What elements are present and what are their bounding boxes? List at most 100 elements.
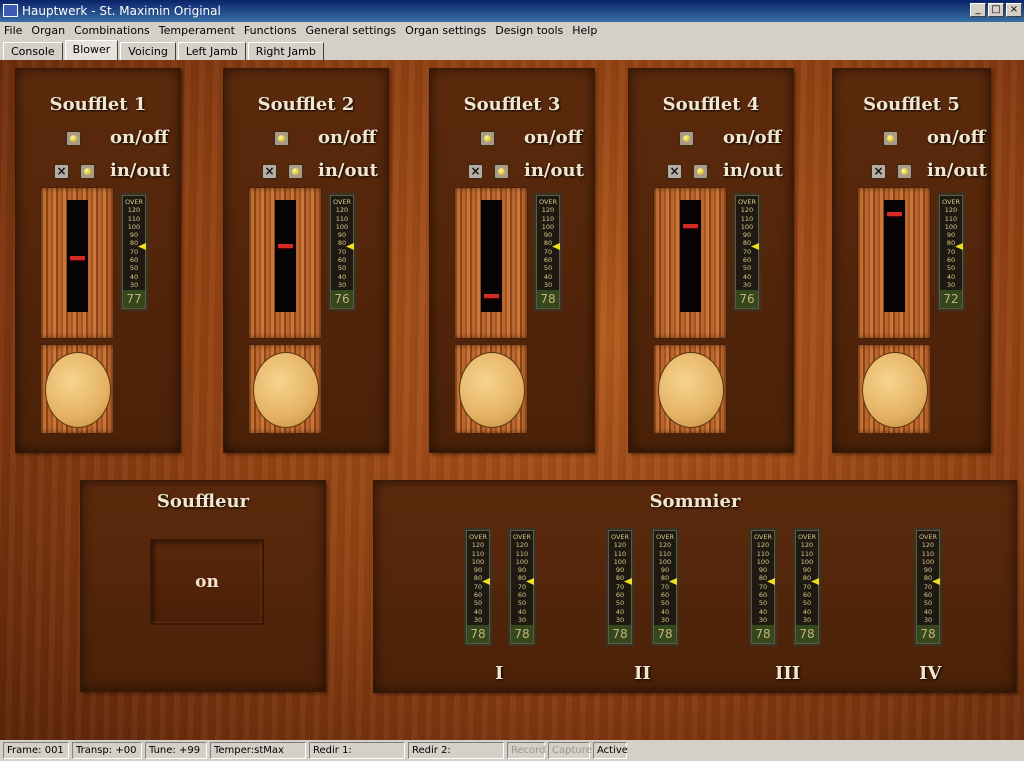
onoff-indicator[interactable]: [66, 131, 81, 146]
tab-left-jamb[interactable]: Left Jamb: [177, 42, 246, 60]
bellows-case: [248, 187, 322, 339]
gauge-tick-label: OVER: [332, 198, 352, 206]
bellows-level-marker: [278, 244, 293, 248]
pressure-gauge: OVER 120 110 100 90 80 70 60 50 40 30 78: [534, 193, 562, 311]
menu-combinations[interactable]: Combinations: [74, 22, 150, 39]
gauge-tick-label: OVER: [468, 533, 488, 541]
gauge-tick-label: 40: [615, 607, 625, 616]
gauge-tick-label: 120: [658, 541, 672, 550]
division-label: III: [775, 663, 801, 684]
inout-indicator[interactable]: [897, 164, 912, 179]
gauge-scale: OVER 120 110 100 90 80 70 60 50 40 30: [608, 533, 632, 624]
gauge-tick-label: 50: [742, 264, 752, 273]
gauge-tick-label: 50: [946, 264, 956, 273]
gauge-tick-label: 50: [615, 599, 625, 608]
gauge-readout: 78: [537, 290, 559, 308]
onoff-label: on/off: [927, 127, 986, 148]
gauge-tick-label: 70: [946, 247, 956, 256]
gauge-tick-label: 30: [802, 615, 812, 624]
gauge-tick-label: 50: [923, 599, 933, 608]
bellows-base: [857, 344, 931, 434]
menu-functions[interactable]: Functions: [244, 22, 297, 39]
close-button[interactable]: ×: [1006, 3, 1022, 17]
inout-indicator[interactable]: [80, 164, 95, 179]
gauge-tick-label: 90: [660, 566, 670, 575]
soufflet-title: Soufflet 4: [662, 94, 760, 115]
menu-general-settings[interactable]: General settings: [305, 22, 396, 39]
gauge-readout: 76: [736, 290, 758, 308]
tab-console[interactable]: Console: [3, 42, 63, 60]
gauge-tick-label: 50: [473, 599, 483, 608]
maximize-button[interactable]: □: [988, 3, 1004, 17]
inout-indicator[interactable]: [288, 164, 303, 179]
gauge-scale: OVER 120 110 100 90 80 70 60 50 40 30: [916, 533, 940, 624]
tab-right-jamb[interactable]: Right Jamb: [247, 42, 324, 60]
bellows-level-marker: [683, 224, 698, 228]
menu-organ[interactable]: Organ: [31, 22, 65, 39]
onoff-indicator[interactable]: [679, 131, 694, 146]
inout-checkbox[interactable]: ×: [468, 164, 483, 179]
bellows-disc: [459, 352, 525, 428]
gauge-tick-label: 60: [758, 591, 768, 600]
minimize-button[interactable]: _: [970, 3, 986, 17]
menu-design-tools[interactable]: Design tools: [495, 22, 563, 39]
tab-blower[interactable]: Blower: [64, 40, 119, 60]
inout-indicator[interactable]: [693, 164, 708, 179]
gauge-tick-label: 50: [337, 264, 347, 273]
pressure-gauge: OVER 120 110 100 90 80 70 60 50 40 30 77: [120, 193, 148, 311]
inout-checkbox[interactable]: ×: [54, 164, 69, 179]
inout-checkbox[interactable]: ×: [871, 164, 886, 179]
gauge-tick-label: 40: [758, 607, 768, 616]
inout-indicator[interactable]: [494, 164, 509, 179]
gauge-tick-label: 30: [517, 615, 527, 624]
onoff-label: on/off: [318, 127, 377, 148]
gauge-tick-label: 40: [802, 607, 812, 616]
gauge-tick-label: OVER: [538, 198, 558, 206]
gauge-tick-label: 70: [129, 247, 139, 256]
menu-temperament[interactable]: Temperament: [159, 22, 235, 39]
inout-label: in/out: [524, 160, 584, 181]
gauge-tick-label: 70: [923, 582, 933, 591]
gauge-tick-label: 60: [337, 256, 347, 265]
gauge-tick-label: 120: [921, 541, 935, 550]
gauge-tick-label: 100: [335, 222, 349, 231]
tab-voicing[interactable]: Voicing: [120, 42, 176, 60]
gauge-tick-label: 110: [335, 214, 349, 223]
bellows-level-marker: [887, 212, 902, 216]
gauge-tick-label: 40: [946, 272, 956, 281]
inout-checkbox[interactable]: ×: [667, 164, 682, 179]
pressure-gauge: OVER 120 110 100 90 80 70 60 50 40 30 78: [508, 528, 536, 646]
gauge-tick-label: 60: [129, 256, 139, 265]
gauge-tick-label: 70: [758, 582, 768, 591]
gauge-tick-label: 110: [944, 214, 958, 223]
bellows-window: [680, 200, 701, 312]
menu-help[interactable]: Help: [572, 22, 597, 39]
inout-label: in/out: [110, 160, 170, 181]
bellows-base: [653, 344, 727, 434]
onoff-label: on/off: [110, 127, 169, 148]
menu-file[interactable]: File: [4, 22, 22, 39]
gauge-tick-label: 30: [543, 280, 553, 289]
gauge-tick-label: OVER: [797, 533, 817, 541]
menu-organ-settings[interactable]: Organ settings: [405, 22, 486, 39]
gauge-tick-label: 70: [337, 247, 347, 256]
inout-checkbox[interactable]: ×: [262, 164, 277, 179]
onoff-indicator[interactable]: [883, 131, 898, 146]
gauge-tick-label: 120: [756, 541, 770, 550]
status-redir-2: Redir 2:: [408, 742, 504, 759]
souffleur-title: Souffleur: [156, 491, 250, 512]
app-icon: [3, 4, 18, 17]
gauge-tick-label: OVER: [918, 533, 938, 541]
pressure-gauge: OVER 120 110 100 90 80 70 60 50 40 30 78: [914, 528, 942, 646]
gauge-tick-label: 100: [921, 557, 935, 566]
onoff-indicator[interactable]: [274, 131, 289, 146]
gauge-readout: 78: [511, 625, 533, 643]
bellows-disc: [862, 352, 928, 428]
gauge-tick-label: 30: [473, 615, 483, 624]
gauge-tick-label: 90: [802, 566, 812, 575]
status-bar: Frame: 001 Transp: +00 Tune: +99 Temper:…: [0, 740, 1024, 761]
onoff-indicator[interactable]: [480, 131, 495, 146]
gauge-readout: 77: [123, 290, 145, 308]
gauge-tick-label: 60: [742, 256, 752, 265]
souffleur-on-button[interactable]: on: [150, 539, 264, 625]
